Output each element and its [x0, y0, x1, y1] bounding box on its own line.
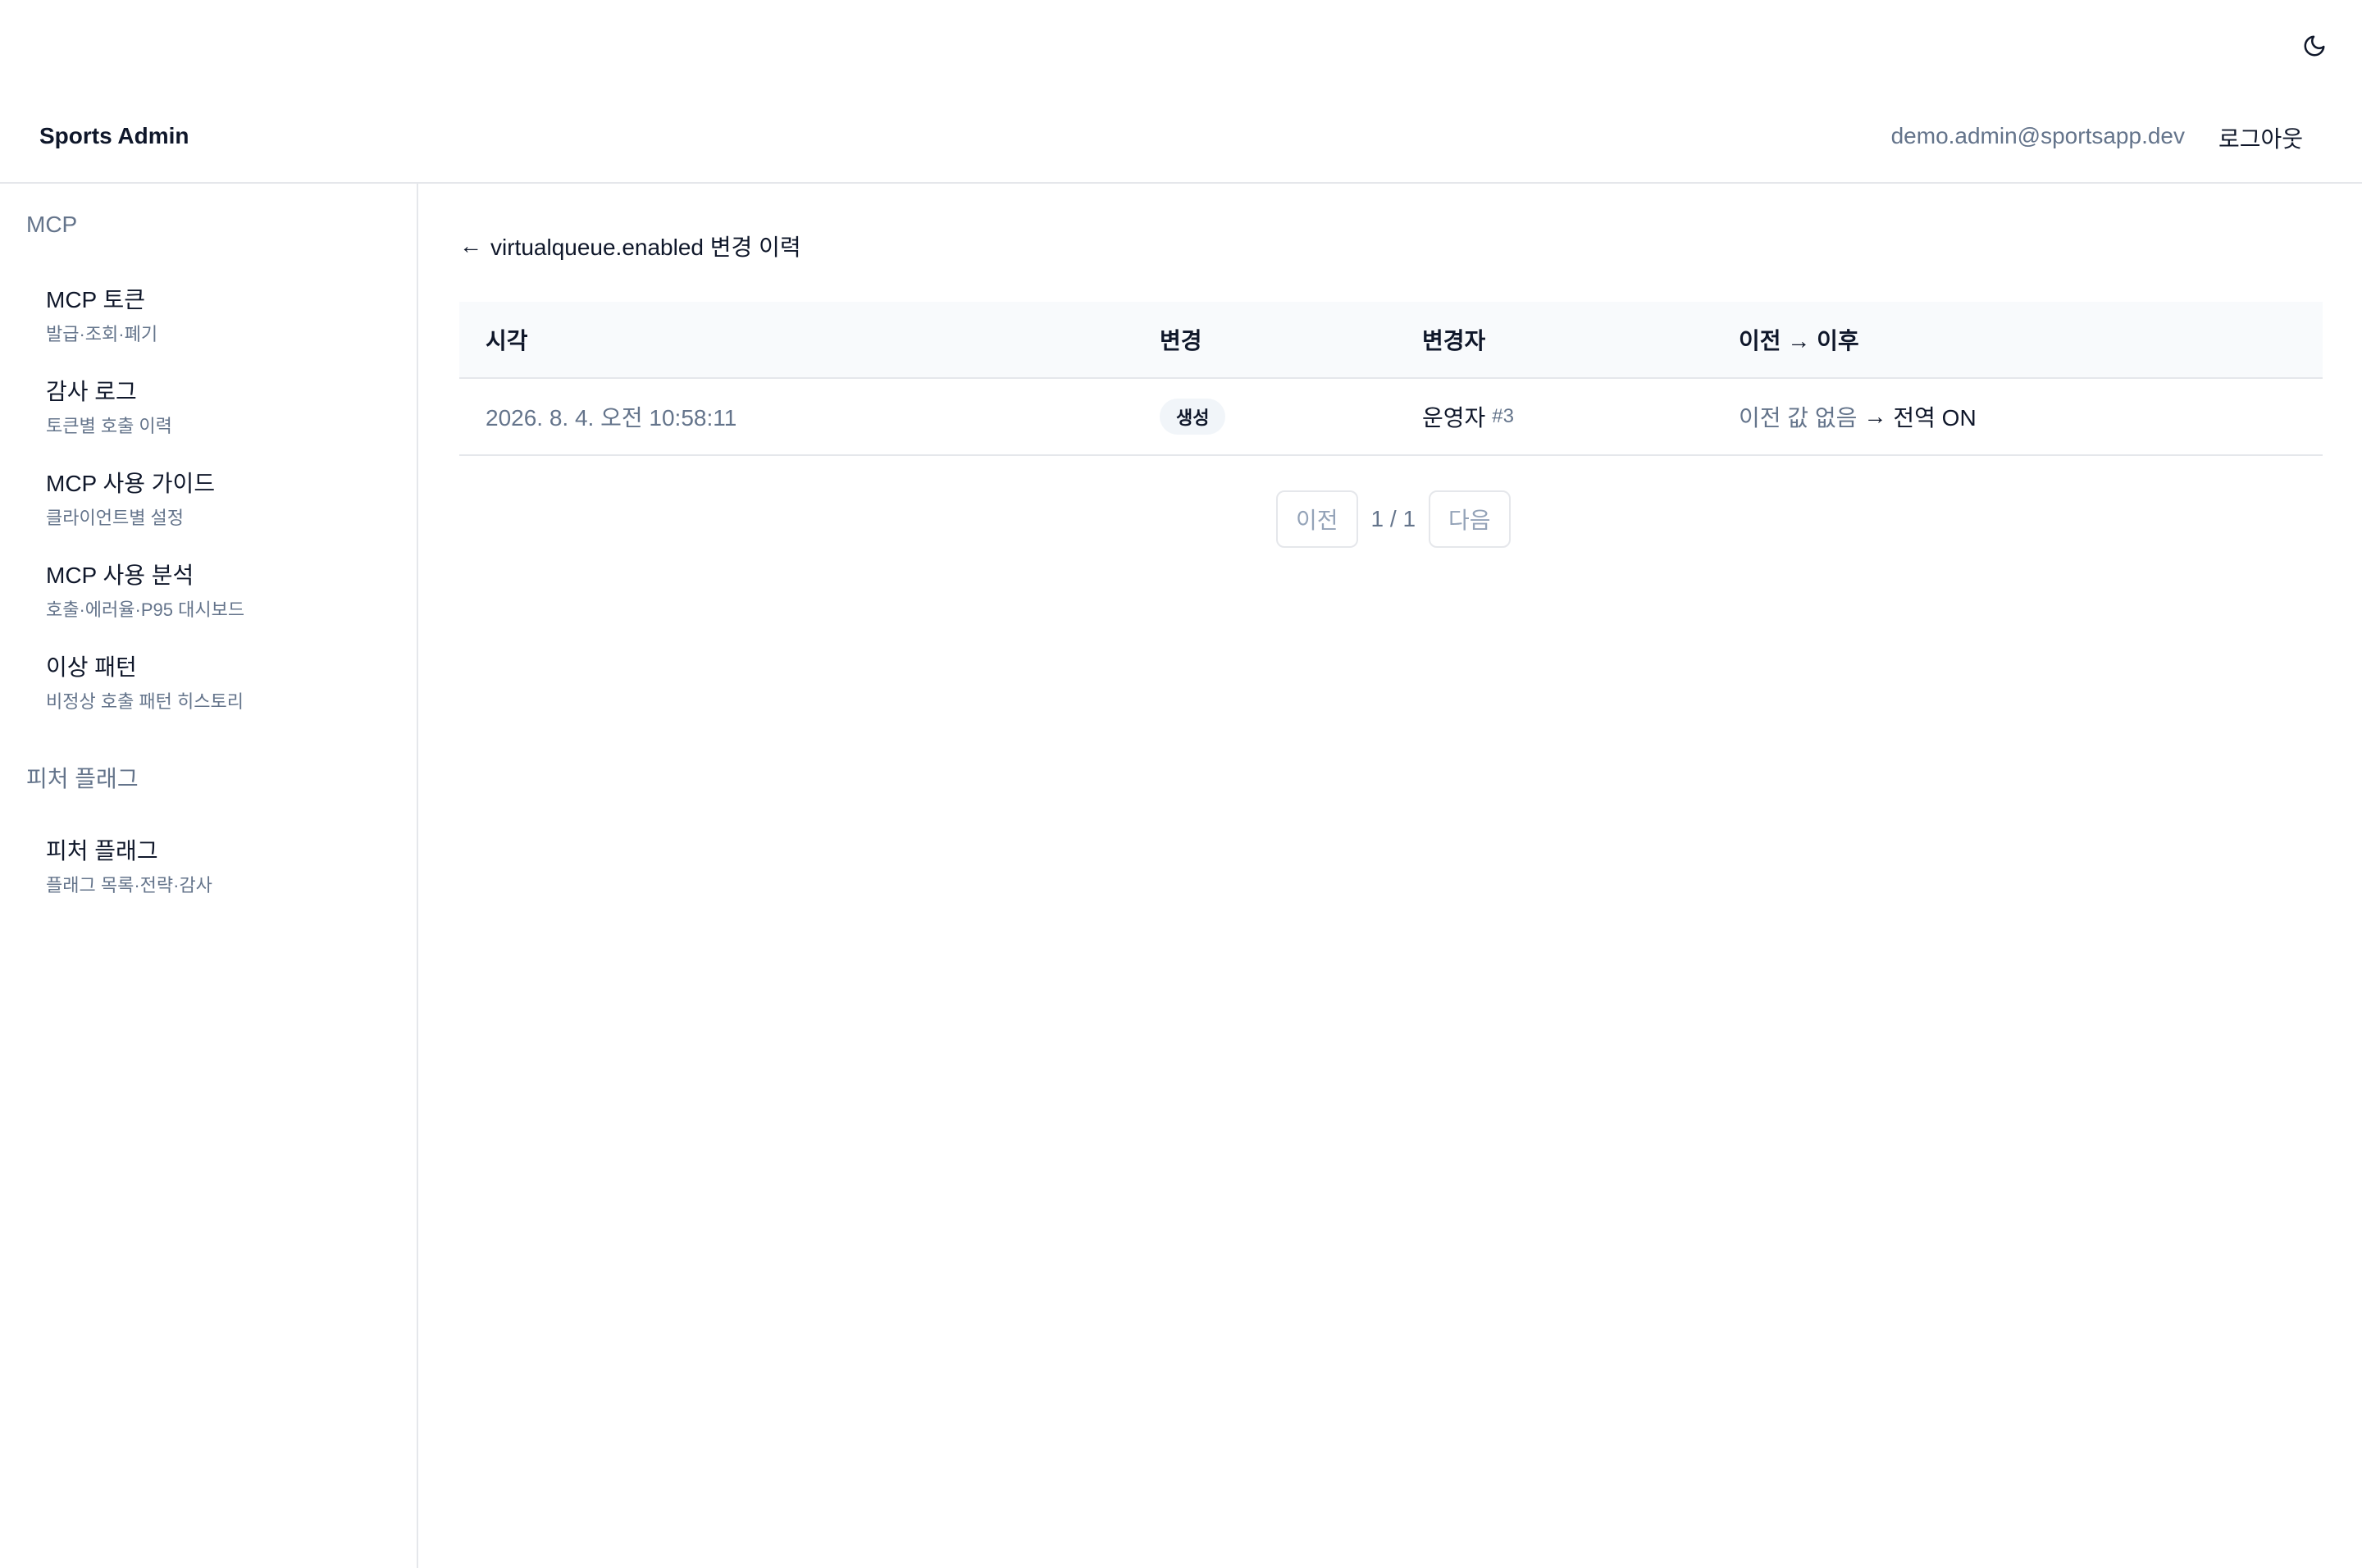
cell-change: 생성 [1160, 379, 1226, 454]
moon-icon [2304, 35, 2325, 57]
sidebar-item-desc: 플래그 목록·전략·감사 [46, 875, 212, 896]
sidebar-item-desc: 호출·에러율·P95 대시보드 [46, 599, 245, 620]
before-value: 이전 값 없음 [1739, 405, 1858, 431]
column-header-before-after: 이전 → 이후 [1739, 328, 1859, 353]
column-header-time: 시각 [486, 328, 528, 353]
cell-actor: 운영자 #3 [1422, 379, 1514, 454]
arrow-right-icon: → [1863, 403, 1887, 429]
sidebar-item-desc: 토큰별 호출 이력 [46, 416, 172, 436]
sidebar-item-desc: 발급·조회·폐기 [46, 324, 158, 344]
prev-page-button[interactable]: 이전 [1276, 490, 1358, 548]
brand-title: Sports Admin [39, 123, 189, 148]
arrow-left-icon: ← [459, 233, 482, 258]
cell-time: 2026. 8. 4. 오전 10:58:11 [486, 405, 737, 431]
sidebar-item-mcp-guide[interactable]: MCP 사용 가이드 클라이언트별 설정 [26, 456, 392, 535]
sidebar-item-label: 감사 로그 [46, 379, 137, 404]
table-header-row: 시각 변경 변경자 이전 → 이후 [459, 302, 2323, 379]
sidebar-section-title-feature-flags: 피처 플래그 [26, 766, 139, 791]
theme-toggle-button[interactable] [2298, 30, 2331, 62]
next-page-button[interactable]: 다음 [1429, 490, 1511, 548]
sidebar-item-mcp-token[interactable]: MCP 토큰 발급·조회·폐기 [26, 272, 392, 351]
column-header-actor: 변경자 [1422, 328, 1486, 353]
sidebar: MCP MCP 토큰 발급·조회·폐기 감사 로그 토큰별 호출 이력 MCP … [0, 184, 418, 1568]
column-header-change: 변경 [1160, 328, 1202, 353]
logout-button[interactable]: 로그아웃 [2218, 121, 2303, 154]
sidebar-item-label: MCP 사용 가이드 [46, 471, 216, 496]
after-value: 전역 ON [1893, 405, 1977, 431]
actor-id: #3 [1492, 405, 1514, 427]
back-link[interactable]: ← virtualqueue.enabled 변경 이력 [459, 230, 801, 262]
sidebar-item-desc: 클라이언트별 설정 [46, 508, 185, 528]
page-indicator: 1 / 1 [1370, 506, 1416, 531]
sidebar-item-label: MCP 사용 분석 [46, 563, 194, 588]
history-table: 시각 변경 변경자 이전 → 이후 2026. 8. 4. 오전 10:58:1… [459, 302, 2323, 456]
sidebar-item-mcp-analytics[interactable]: MCP 사용 분석 호출·에러율·P95 대시보드 [26, 548, 392, 627]
actor-name: 운영자 [1422, 405, 1486, 431]
sidebar-item-feature-flags[interactable]: 피처 플래그 플래그 목록·전략·감사 [26, 823, 392, 902]
sidebar-item-label: 피처 플래그 [46, 838, 158, 864]
sidebar-item-desc: 비정상 호출 패턴 히스토리 [46, 691, 244, 712]
sidebar-item-anomaly-patterns[interactable]: 이상 패턴 비정상 호출 패턴 히스토리 [26, 640, 392, 718]
user-email: demo.admin@sportsapp.dev [1890, 123, 2185, 148]
main-content: ← virtualqueue.enabled 변경 이력 시각 변경 변경자 이… [418, 184, 2362, 1568]
table-row: 2026. 8. 4. 오전 10:58:11 생성 운영자 #3 이전 값 없… [459, 379, 2323, 456]
sidebar-section-title-mcp: MCP [26, 212, 78, 237]
sidebar-item-label: 이상 패턴 [46, 654, 137, 680]
top-header: Sports Admin demo.admin@sportsapp.dev 로그… [0, 105, 2362, 184]
cell-before-after: 이전 값 없음 → 전역 ON [1739, 379, 1977, 454]
page-title: virtualqueue.enabled 변경 이력 [490, 235, 801, 260]
sidebar-item-audit-log[interactable]: 감사 로그 토큰별 호출 이력 [26, 364, 392, 443]
sidebar-item-label: MCP 토큰 [46, 287, 146, 312]
change-type-badge: 생성 [1160, 399, 1226, 435]
pagination: 이전 1 / 1 다음 [1276, 490, 1511, 548]
